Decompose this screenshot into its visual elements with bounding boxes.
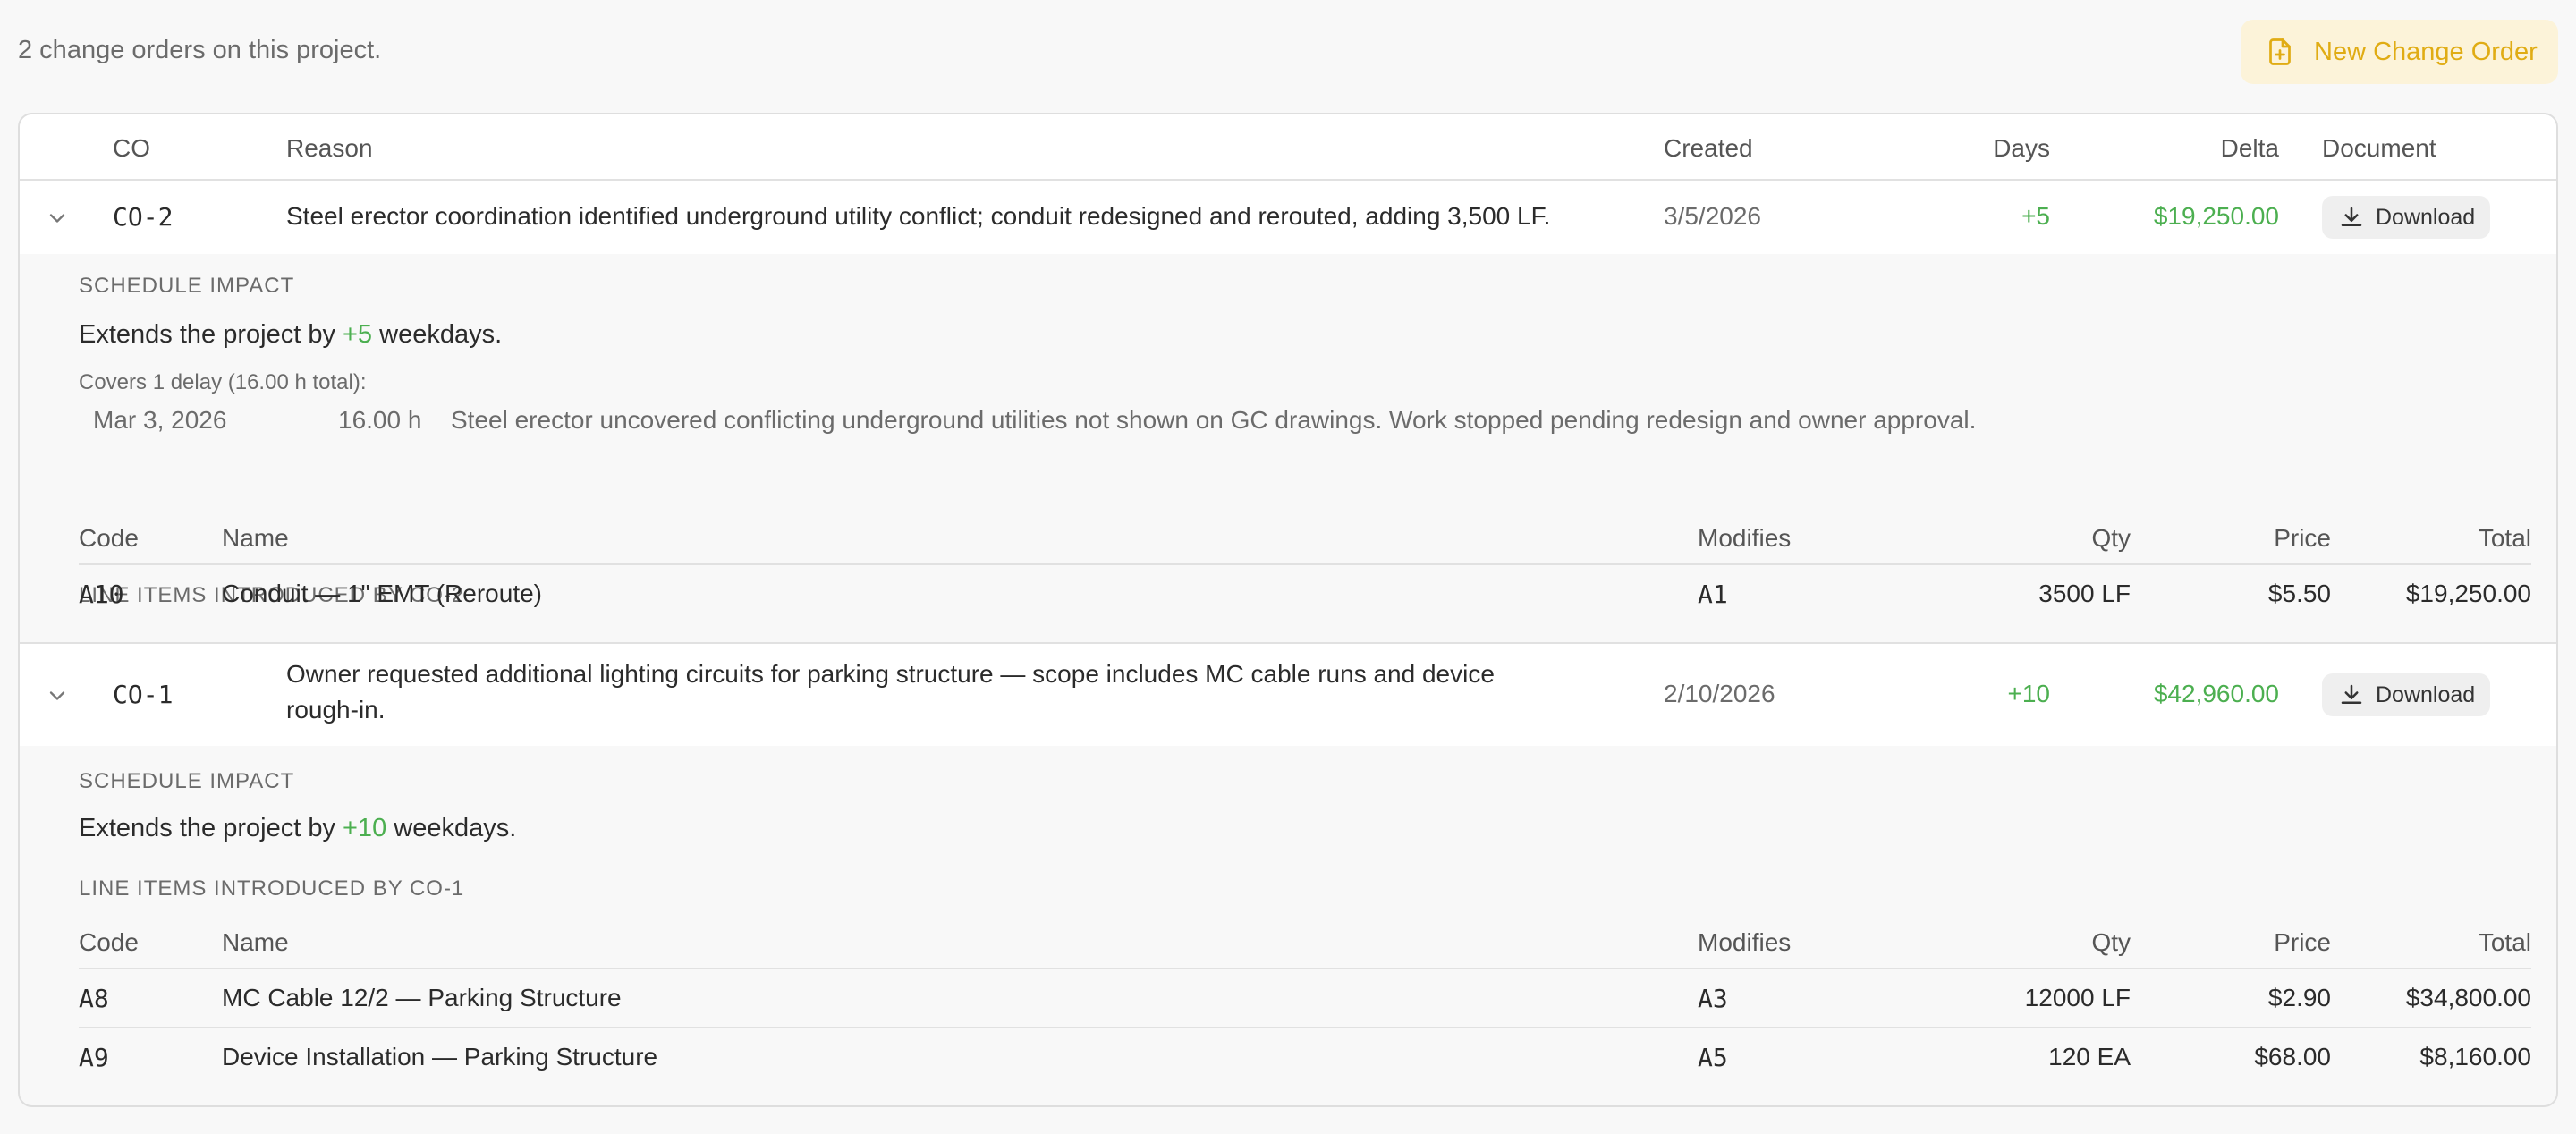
impact-prefix: Extends the project by bbox=[79, 320, 343, 349]
change-order-row[interactable]: CO-1 Owner requested additional lighting… bbox=[20, 644, 2556, 746]
li-col-total: Total bbox=[2478, 928, 2531, 956]
li-col-name: Name bbox=[222, 524, 289, 552]
delay-hours: 16.00 h bbox=[338, 406, 422, 434]
change-orders-table: CO Reason Created Days Delta Document CO… bbox=[18, 113, 2558, 1107]
download-icon bbox=[2341, 684, 2362, 704]
chevron-down-icon[interactable] bbox=[45, 206, 70, 231]
col-co[interactable]: CO bbox=[113, 134, 150, 163]
li-name: Device Installation — Parking Structure bbox=[222, 1043, 658, 1071]
line-items-label: LINE ITEMS INTRODUCED BY CO-1 bbox=[79, 876, 465, 901]
download-label: Download bbox=[2376, 204, 2476, 230]
divider bbox=[79, 968, 2531, 969]
li-modifies: A3 bbox=[1698, 984, 1728, 1013]
chevron-down-icon[interactable] bbox=[45, 683, 70, 708]
co-delta: $19,250.00 bbox=[2153, 202, 2279, 230]
page-header: 2 change orders on this project. New Cha… bbox=[0, 0, 2576, 106]
delay-date: Mar 3, 2026 bbox=[93, 406, 227, 434]
li-col-modifies: Modifies bbox=[1698, 928, 1792, 956]
col-document[interactable]: Document bbox=[2322, 134, 2436, 163]
delay-coverage: Covers 1 delay (16.00 h total): bbox=[79, 370, 367, 394]
impact-suffix: weekdays. bbox=[386, 814, 517, 842]
li-col-name: Name bbox=[222, 928, 289, 956]
impact-days: +10 bbox=[343, 814, 387, 842]
download-label: Download bbox=[2376, 681, 2476, 707]
li-price: $2.90 bbox=[2267, 984, 2331, 1011]
new-change-order-label: New Change Order bbox=[2314, 37, 2538, 66]
col-days[interactable]: Days bbox=[1943, 134, 2050, 163]
co-reason-line-1: Owner requested additional lighting circ… bbox=[286, 660, 1495, 688]
col-delta[interactable]: Delta bbox=[2100, 134, 2279, 163]
li-col-code: Code bbox=[79, 928, 139, 956]
divider bbox=[79, 563, 2531, 565]
schedule-impact-label: SCHEDULE IMPACT bbox=[79, 274, 295, 298]
li-col-modifies: Modifies bbox=[1698, 524, 1792, 552]
divider bbox=[79, 1027, 2531, 1028]
li-qty: 12000 LF bbox=[2024, 984, 2131, 1011]
li-code: A9 bbox=[79, 1043, 109, 1072]
download-icon bbox=[2341, 207, 2362, 226]
table-header: CO Reason Created Days Delta Document bbox=[20, 114, 2556, 181]
co-reason-line-2: rough-in. bbox=[286, 696, 386, 724]
co-id: CO-1 bbox=[113, 680, 174, 709]
li-col-price: Price bbox=[2274, 524, 2331, 552]
li-qty: 120 EA bbox=[2048, 1043, 2131, 1071]
li-total: $34,800.00 bbox=[2405, 984, 2531, 1011]
download-button[interactable]: Download bbox=[2322, 196, 2490, 239]
li-col-code: Code bbox=[79, 524, 139, 552]
file-plus-icon bbox=[2269, 38, 2291, 65]
li-total: $8,160.00 bbox=[2419, 1043, 2531, 1071]
li-price: $5.50 bbox=[2267, 580, 2331, 607]
li-modifies: A1 bbox=[1698, 580, 1728, 609]
li-name: MC Cable 12/2 — Parking Structure bbox=[222, 984, 622, 1011]
li-qty: 3500 LF bbox=[2038, 580, 2131, 607]
change-order-row[interactable]: CO-2 Steel erector coordination identifi… bbox=[20, 181, 2556, 254]
co-days: +5 bbox=[2021, 202, 2050, 230]
co-created: 2/10/2026 bbox=[1664, 680, 1775, 707]
li-modifies: A5 bbox=[1698, 1043, 1728, 1072]
col-reason[interactable]: Reason bbox=[286, 134, 373, 163]
li-code: A8 bbox=[79, 984, 109, 1013]
li-col-qty: Qty bbox=[2091, 524, 2131, 552]
col-created[interactable]: Created bbox=[1664, 134, 1753, 163]
co-delta: $42,960.00 bbox=[2153, 680, 2279, 707]
schedule-impact-text: Extends the project by +5 weekdays. bbox=[79, 320, 502, 350]
impact-suffix: weekdays. bbox=[372, 320, 503, 349]
impact-days: +5 bbox=[343, 320, 373, 349]
co-days: +10 bbox=[2007, 680, 2051, 707]
change-order-count: 2 change orders on this project. bbox=[18, 36, 382, 64]
li-col-total: Total bbox=[2478, 524, 2531, 552]
schedule-impact-text: Extends the project by +10 weekdays. bbox=[79, 814, 516, 843]
li-col-price: Price bbox=[2274, 928, 2331, 956]
li-total: $19,250.00 bbox=[2405, 580, 2531, 607]
li-code: A10 bbox=[79, 580, 124, 609]
delay-description: Steel erector uncovered conflicting unde… bbox=[451, 406, 1977, 434]
co-reason: Steel erector coordination identified un… bbox=[286, 202, 1551, 230]
new-change-order-button[interactable]: New Change Order bbox=[2241, 20, 2558, 84]
schedule-impact-label: SCHEDULE IMPACT bbox=[79, 769, 295, 793]
download-button[interactable]: Download bbox=[2322, 673, 2490, 716]
li-price: $68.00 bbox=[2254, 1043, 2331, 1071]
li-name: Conduit — 1" EMT (Reroute) bbox=[222, 580, 542, 607]
co-id: CO-2 bbox=[113, 202, 174, 232]
impact-prefix: Extends the project by bbox=[79, 814, 343, 842]
co-created: 3/5/2026 bbox=[1664, 202, 1761, 230]
li-col-qty: Qty bbox=[2091, 928, 2131, 956]
